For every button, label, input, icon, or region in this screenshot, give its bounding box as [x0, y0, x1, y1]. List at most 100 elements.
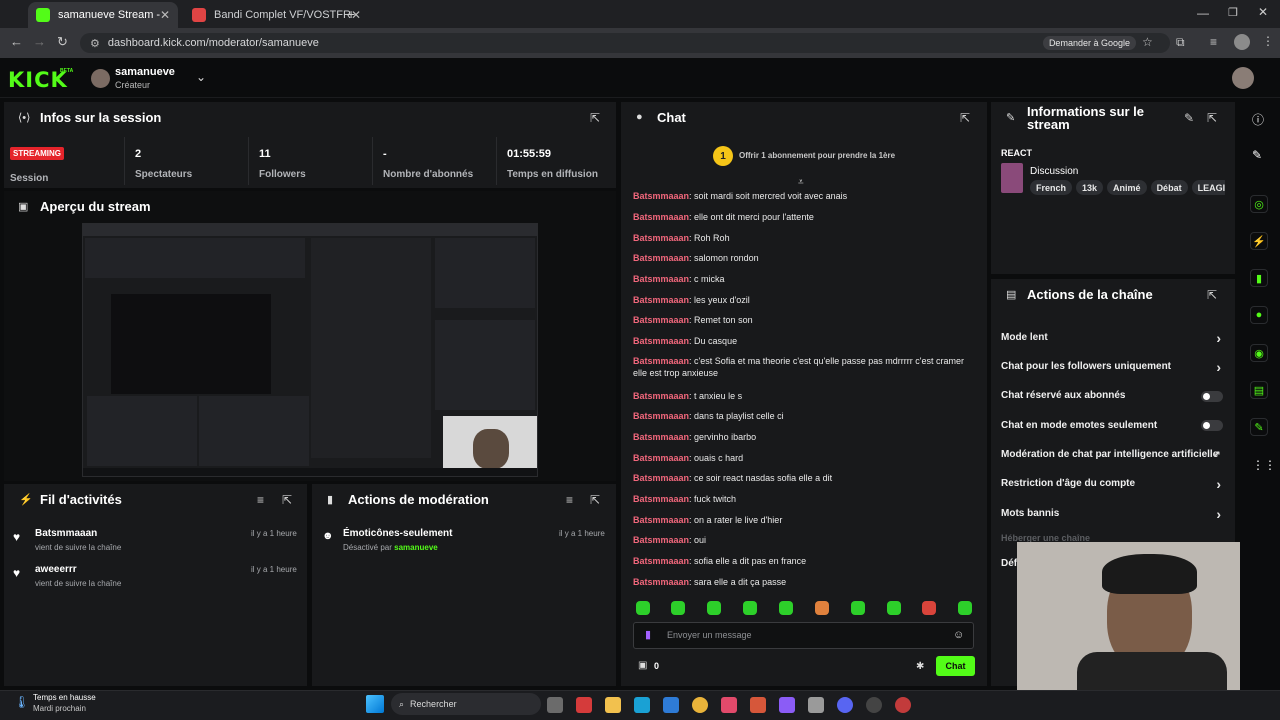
chat-username[interactable]: Batsmmaaan — [633, 577, 689, 587]
chat-username[interactable]: Batsmmaaan — [633, 411, 689, 421]
emote-icon[interactable] — [958, 601, 972, 615]
chevron-down-icon[interactable]: ⌄ — [196, 70, 206, 84]
emotes-only-toggle[interactable] — [1201, 420, 1223, 431]
app-icon[interactable] — [866, 697, 882, 713]
gift-sub-text[interactable]: Offrir 1 abonnement pour prendre la 1ère — [739, 151, 895, 160]
filter-icon[interactable]: ≡ — [566, 493, 573, 507]
chat-username[interactable]: Batsmmaaan — [633, 212, 689, 222]
filter-icon[interactable]: ≡ — [257, 493, 264, 507]
browser-menu-icon[interactable]: ⋮ — [1262, 34, 1274, 48]
window-close-icon[interactable]: ✕ — [1258, 5, 1268, 19]
edit-pencil-icon[interactable]: ✎ — [1184, 111, 1194, 125]
outlook-icon[interactable] — [663, 697, 679, 713]
close-tab-icon[interactable]: ✕ — [160, 8, 170, 22]
subscribers-only-toggle[interactable] — [1201, 391, 1223, 402]
chat-username[interactable]: Batsmmaaan — [633, 432, 689, 442]
emote-icon[interactable] — [743, 601, 757, 615]
popout-icon[interactable]: ⇱ — [590, 111, 600, 125]
chrome-icon[interactable] — [692, 697, 708, 713]
new-tab-icon[interactable]: + — [347, 6, 355, 22]
app-icon[interactable] — [576, 697, 592, 713]
microphone-icon[interactable]: ▮ — [645, 628, 651, 641]
broadcast-icon[interactable]: ◉ — [1250, 344, 1268, 362]
reading-list-icon[interactable]: ≡ — [1210, 35, 1217, 49]
reload-icon[interactable]: ↻ — [57, 34, 68, 50]
emote-icon[interactable] — [887, 601, 901, 615]
stream-tag[interactable]: French — [1030, 180, 1073, 195]
send-chat-button[interactable]: Chat — [936, 656, 975, 676]
chat-username[interactable]: Batsmmaaan — [633, 494, 689, 504]
chat-username[interactable]: Batsmmaaan — [633, 253, 689, 263]
stream-tag[interactable]: 13k — [1076, 180, 1104, 195]
music-icon[interactable] — [721, 697, 737, 713]
info-icon[interactable]: ⓘ — [1252, 111, 1264, 128]
stream-tag[interactable]: Débat — [1150, 180, 1188, 195]
emote-icon[interactable] — [851, 601, 865, 615]
extensions-icon[interactable]: ⧉ — [1176, 35, 1185, 50]
stream-tag[interactable]: LEAGI — [1191, 180, 1225, 195]
popout-icon[interactable]: ⇱ — [590, 493, 600, 507]
popout-icon[interactable]: ⇱ — [1207, 288, 1217, 302]
popout-icon[interactable]: ⇱ — [960, 111, 970, 125]
emote-icon[interactable] — [815, 601, 829, 615]
focus-icon[interactable]: ◎ — [1250, 195, 1268, 213]
user-avatar[interactable] — [1232, 67, 1254, 89]
chat-username[interactable]: Batsmmaaan — [633, 336, 689, 346]
discord-icon[interactable] — [837, 697, 853, 713]
minimize-icon[interactable]: — — [1197, 6, 1209, 20]
chat-username[interactable]: Batsmmaaan — [633, 535, 689, 545]
app-icon[interactable] — [808, 697, 824, 713]
popout-icon[interactable]: ⇱ — [282, 493, 292, 507]
popout-icon[interactable]: ⇱ — [1207, 111, 1217, 125]
grid-icon[interactable]: ⋮⋮ — [1252, 458, 1276, 472]
chat-username[interactable]: Batsmmaaan — [633, 473, 689, 483]
ask-google-button[interactable]: Demander à Google — [1042, 36, 1136, 50]
emote-icon[interactable] — [707, 601, 721, 615]
edge-icon[interactable] — [634, 697, 650, 713]
browser-tab-bandi[interactable]: Bandi Complet VF/VOSTFR ✕ — [184, 2, 361, 28]
maximize-icon[interactable]: ❐ — [1228, 6, 1238, 19]
stream-preview-video[interactable] — [82, 223, 538, 477]
document-icon[interactable]: ▮ — [1250, 269, 1268, 287]
chat-username[interactable]: Batsmmaaan — [633, 191, 689, 201]
chat-icon[interactable]: ● — [1250, 306, 1268, 324]
windows-start-icon[interactable] — [366, 695, 384, 713]
wrench-icon[interactable]: ✎ — [1250, 418, 1268, 436]
emote-icon[interactable] — [671, 601, 685, 615]
bookmark-star-icon[interactable]: ☆ — [1142, 35, 1153, 49]
stream-tag[interactable]: Animé — [1107, 180, 1147, 195]
chat-username[interactable]: Batsmmaaan — [633, 295, 689, 305]
emote-icon[interactable] — [922, 601, 936, 615]
emoji-picker-icon[interactable]: ☺ — [953, 629, 964, 641]
action-slow-mode[interactable]: Mode lent › — [1001, 330, 1221, 346]
action-banned-words[interactable]: Mots bannis › — [1001, 506, 1221, 522]
app-icon[interactable] — [750, 697, 766, 713]
layout-icon[interactable]: ▤ — [1250, 381, 1268, 399]
action-ai-moderation[interactable]: Modération de chat par intelligence arti… — [1001, 449, 1221, 460]
site-info-icon[interactable]: ⚙ — [90, 37, 100, 50]
chat-username[interactable]: Batsmmaaan — [633, 233, 689, 243]
back-icon[interactable]: ← — [10, 34, 23, 49]
chat-username[interactable]: Batsmmaaan — [633, 356, 689, 366]
pencil-icon[interactable]: ✎ — [1252, 148, 1262, 162]
file-explorer-icon[interactable] — [605, 697, 621, 713]
browser-tab-kick[interactable]: samanueve Stream - Kick Dashb ✕ — [28, 2, 178, 28]
chat-username[interactable]: Batsmmaaan — [633, 453, 689, 463]
chat-settings-icon[interactable]: ✱ — [916, 661, 924, 672]
chat-username[interactable]: Batsmmaaan — [633, 274, 689, 284]
chat-username[interactable]: Batsmmaaan — [633, 315, 689, 325]
lightning-icon[interactable]: ⚡ — [1250, 232, 1268, 250]
taskbar-search[interactable]: ⌕ Rechercher — [391, 693, 541, 715]
address-bar[interactable]: ⚙ dashboard.kick.com/moderator/samanueve… — [80, 33, 1170, 53]
creator-avatar[interactable] — [91, 69, 110, 88]
chat-username[interactable]: Batsmmaaan — [633, 391, 689, 401]
chat-username[interactable]: Batsmmaaan — [633, 515, 689, 525]
task-view-icon[interactable] — [547, 697, 563, 713]
app-icon[interactable] — [895, 697, 911, 713]
emote-icon[interactable] — [636, 601, 650, 615]
app-icon[interactable] — [779, 697, 795, 713]
forward-icon[interactable]: → — [33, 34, 46, 49]
action-followers-only[interactable]: Chat pour les followers uniquement › — [1001, 359, 1221, 375]
profile-avatar[interactable] — [1234, 34, 1250, 50]
kick-logo[interactable]: KICK — [8, 68, 68, 92]
